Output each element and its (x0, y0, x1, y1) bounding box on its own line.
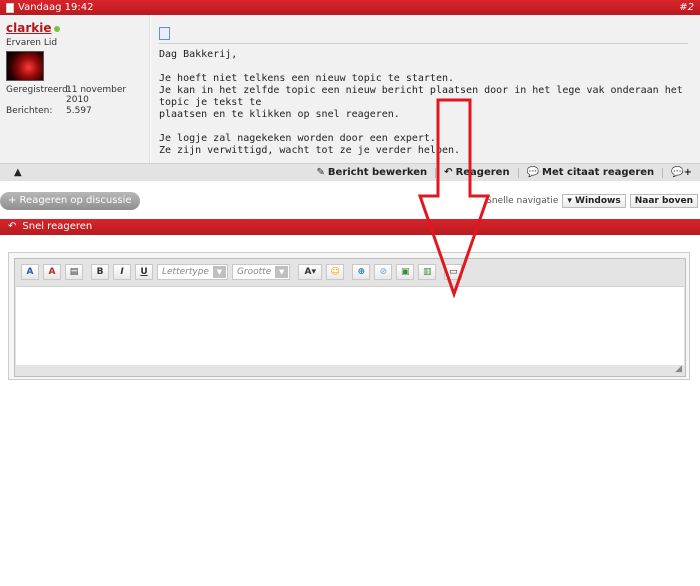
video-icon[interactable]: ▥ (418, 264, 437, 280)
multi-quote-button[interactable]: 💬+ (671, 167, 692, 178)
bold-button[interactable]: B (91, 264, 109, 280)
link-icon[interactable]: ⊕ (352, 264, 371, 280)
quick-reply-title: Snel reageren (22, 221, 93, 232)
pencil-icon: ✎ (316, 167, 325, 178)
separator (435, 167, 437, 178)
edit-post-button[interactable]: ✎ Bericht bewerken (317, 167, 428, 178)
font-color-swap-icon[interactable]: A (43, 264, 61, 280)
resize-handle-icon[interactable]: ◢ (675, 364, 682, 374)
username[interactable]: clarkie (6, 21, 51, 35)
quote-reply-label: Met citaat reageren (542, 167, 655, 178)
quote-icon[interactable]: ▭ (444, 264, 463, 280)
italic-button[interactable]: I (113, 264, 131, 280)
post-header: Vandaag 19:42 #2 (0, 0, 700, 15)
unlink-icon[interactable]: ⊘ (374, 264, 393, 280)
editor: A A ▤ B I U Lettertype ▼ Grootte ▼ A▾ ☺ ⊕ … (14, 258, 686, 377)
quick-reply-box: A A ▤ B I U Lettertype ▼ Grootte ▼ A▾ ☺ ⊕ … (8, 252, 690, 380)
post-footer: ▲ ✎ Bericht bewerken ↶ Reageren 💬 Met ci… (0, 163, 700, 181)
reply-arrow-icon: ↶ (8, 221, 17, 232)
chevron-down-icon: ▼ (212, 266, 226, 278)
remove-format-icon[interactable]: A (21, 264, 39, 280)
editor-toolbar: A A ▤ B I U Lettertype ▼ Grootte ▼ A▾ ☺ ⊕ … (15, 259, 685, 285)
posts-label: Berichten: (6, 106, 53, 116)
smiley-icon[interactable]: ☺ (326, 264, 345, 280)
font-family-select[interactable]: Lettertype ▼ (157, 264, 228, 280)
registered-value: 11 november 2010 (66, 85, 127, 105)
post-body: Dag Bakkerij, Je hoeft niet telkens een … (151, 15, 700, 163)
report-warning-icon[interactable]: ▲ (14, 167, 22, 178)
windows-dropdown[interactable]: ▾ Windows (562, 194, 626, 208)
posts-stat: Berichten: 5.597 (6, 106, 143, 116)
quicknav-label: Snelle navigatie (486, 196, 559, 206)
reply-arrow-icon: ↶ (444, 167, 453, 178)
online-status-icon (54, 26, 61, 32)
font-size-label: Grootte (236, 267, 272, 277)
reply-row: + Reageren op discussie Snelle navigatie… (0, 192, 700, 214)
user-info: clarkie Ervaren Lid Geregistreerd: 11 no… (0, 15, 150, 163)
quote-reply-button[interactable]: 💬 Met citaat reageren (527, 167, 655, 178)
paste-icon[interactable]: ▤ (65, 264, 83, 280)
quick-reply-header: ↶ Snel reageren (0, 219, 700, 235)
to-top-button[interactable]: Naar boven (629, 194, 698, 208)
separator (517, 167, 519, 178)
avatar[interactable] (6, 51, 44, 81)
multi-quote-icon: 💬+ (671, 167, 692, 178)
chevron-down-icon: ▼ (275, 266, 289, 278)
separator (662, 167, 664, 178)
windows-label: Windows (575, 196, 621, 206)
image-icon[interactable]: ▣ (396, 264, 415, 280)
post-number[interactable]: #2 (679, 0, 694, 15)
font-size-select[interactable]: Grootte ▼ (231, 264, 291, 280)
divider (159, 43, 688, 44)
post-date: Vandaag 19:42 (6, 0, 93, 15)
post-date-text: Vandaag 19:42 (18, 2, 94, 13)
underline-button[interactable]: U (135, 264, 153, 280)
edit-post-label: Bericht bewerken (327, 167, 428, 178)
quote-bubble-icon: 💬 (526, 167, 540, 178)
reply-button[interactable]: ↶ Reageren (444, 167, 509, 178)
font-family-label: Lettertype (162, 267, 209, 277)
registered-label: Geregistreerd: (6, 85, 71, 95)
quick-navigation: Snelle navigatie ▾ Windows Naar boven (486, 194, 698, 208)
reply-textarea[interactable] (16, 286, 684, 365)
post-message: Dag Bakkerij, Je hoeft niet telkens een … (159, 49, 683, 156)
reply-discussion-button[interactable]: + Reageren op discussie (0, 192, 140, 210)
posts-value: 5.597 (66, 106, 92, 116)
post-icon (6, 2, 14, 13)
registered-stat: Geregistreerd: 11 november 2010 (6, 85, 143, 105)
user-rank: Ervaren Lid (6, 38, 58, 48)
document-icon (159, 27, 170, 40)
text-color-button[interactable]: A▾ (298, 264, 323, 280)
reply-label: Reageren (455, 167, 510, 178)
